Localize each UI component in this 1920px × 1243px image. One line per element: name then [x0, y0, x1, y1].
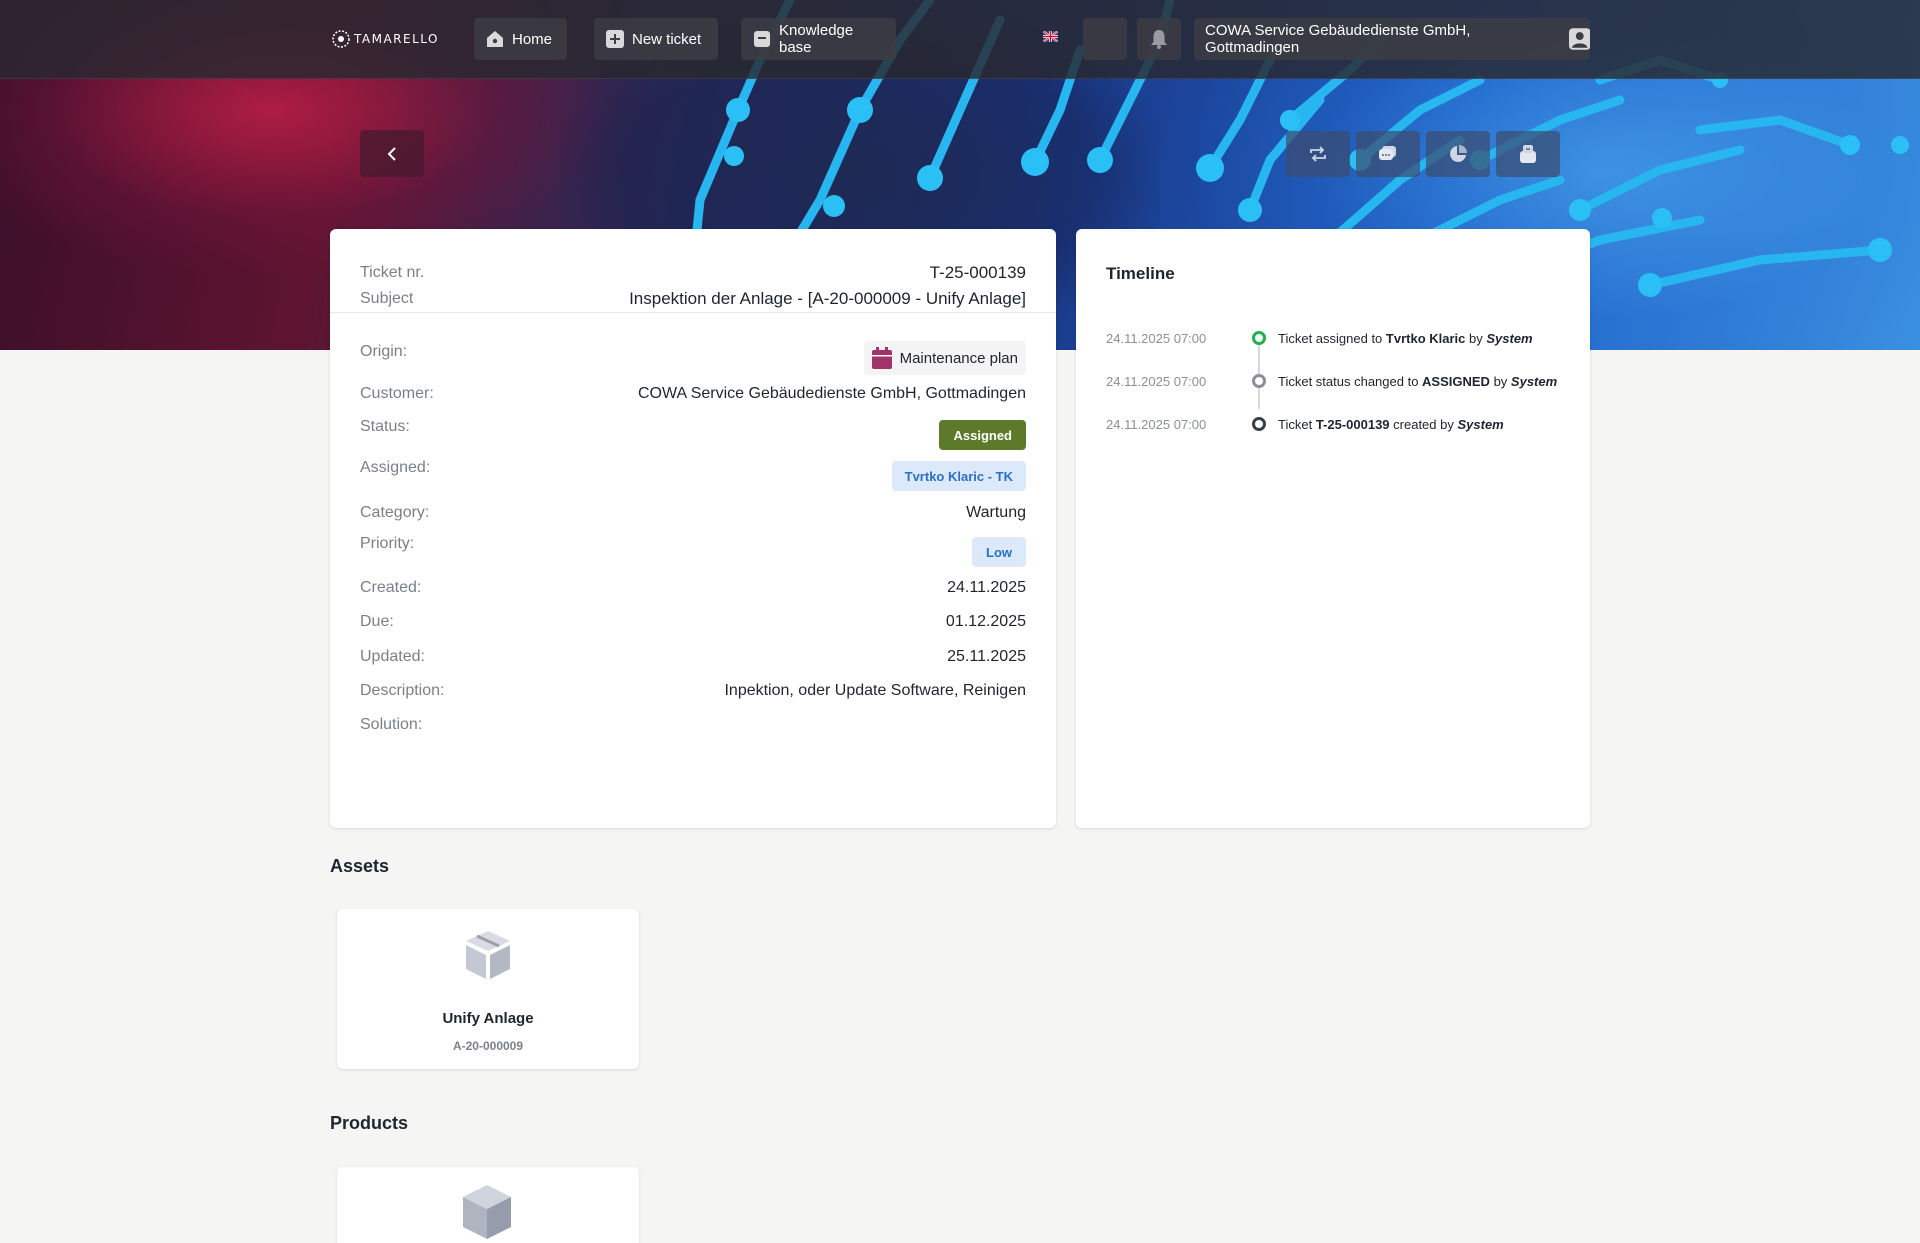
- company-account-button[interactable]: COWA Service Gebäudedienste GmbH, Gottma…: [1194, 18, 1590, 60]
- origin-label: Origin:: [360, 343, 408, 360]
- ticket-nr-value: T-25-000139: [929, 263, 1026, 282]
- archive-button[interactable]: [1496, 131, 1560, 177]
- bell-icon: [1151, 30, 1167, 49]
- customer-value[interactable]: COWA Service Gebäudedienste GmbH, Gottma…: [638, 385, 1026, 403]
- created-label: Created:: [360, 579, 422, 596]
- company-name: COWA Service Gebäudedienste GmbH, Gottma…: [1205, 22, 1471, 56]
- timeline-card: Timeline 24.11.2025 07:00 Ticket assigne…: [1076, 229, 1590, 828]
- timeline-time: 24.11.2025 07:00: [1106, 330, 1207, 346]
- timeline-text: Ticket status changed to ASSIGNED by Sys…: [1278, 373, 1558, 389]
- comment-icon: [1379, 146, 1396, 160]
- assets-section-title: Assets: [330, 856, 390, 876]
- ticket-details-card: Ticket nr. T-25-000139 Subject Inspektio…: [330, 229, 1056, 828]
- asset-tile[interactable]: Unify Anlage A-20-000009: [337, 909, 639, 1069]
- home-icon: [486, 30, 504, 48]
- assigned-label: Assigned:: [360, 459, 431, 476]
- updated-value: 25.11.2025: [947, 648, 1026, 665]
- nav-new-ticket-button[interactable]: New ticket: [594, 18, 718, 60]
- reassign-button[interactable]: [1286, 131, 1350, 177]
- timeline-item: 24.11.2025 07:00 Ticket assigned to Tvrt…: [1106, 328, 1576, 348]
- plus-icon: [606, 30, 624, 48]
- customer-label: Customer:: [360, 385, 434, 402]
- chart-icon: [1450, 145, 1467, 162]
- top-navigation-bar: TAMARELLO Home New ticket Knowledge base: [0, 0, 1920, 79]
- updated-label: Updated:: [360, 648, 425, 665]
- back-button[interactable]: [360, 130, 424, 177]
- repeat-icon: [1310, 146, 1326, 162]
- due-value: 01.12.2025: [945, 613, 1026, 630]
- timeline-text: Ticket T-25-000139 created by System: [1278, 416, 1504, 432]
- category-label: Category:: [360, 504, 430, 521]
- theme-toggle-button[interactable]: [1083, 18, 1127, 60]
- category-value: Wartung: [966, 504, 1026, 521]
- book-icon: [753, 30, 771, 48]
- status-label: Status:: [360, 418, 410, 435]
- timeline-title: Timeline: [1106, 264, 1175, 283]
- subject-label: Subject: [360, 290, 414, 307]
- timeline-dot: [1252, 417, 1266, 431]
- user-icon: [1568, 28, 1590, 50]
- timeline-item: 24.11.2025 07:00 Ticket T-25-000139 crea…: [1106, 414, 1576, 434]
- timeline-text: Ticket assigned to Tvrtko Klaric by Syst…: [1278, 330, 1533, 346]
- origin-chip: Maintenance plan: [863, 341, 1026, 375]
- report-button[interactable]: [1426, 131, 1490, 177]
- created-value: 24.11.2025: [947, 579, 1026, 596]
- logo-mark-icon: [332, 30, 350, 48]
- asset-name: Unify Anlage: [442, 1010, 534, 1027]
- timeline-dot: [1252, 331, 1266, 345]
- timeline-time: 24.11.2025 07:00: [1106, 373, 1207, 389]
- nav-home-label: Home: [512, 30, 553, 48]
- timeline-time: 24.11.2025 07:00: [1106, 416, 1207, 432]
- priority-label: Priority:: [360, 535, 415, 552]
- product-tile[interactable]: [337, 1167, 639, 1243]
- nav-home-button[interactable]: Home: [474, 18, 567, 60]
- products-section-title: Products: [330, 1113, 409, 1133]
- nav-knowledge-base-button[interactable]: Knowledge base: [741, 18, 896, 60]
- priority-badge: Low: [972, 537, 1026, 567]
- ticket-nr-label: Ticket nr.: [360, 264, 425, 281]
- uk-flag-icon[interactable]: [1043, 31, 1058, 42]
- notifications-button[interactable]: [1137, 18, 1181, 60]
- calendar-icon: [871, 347, 892, 369]
- assigned-badge[interactable]: Tvrtko Klaric - TK: [891, 461, 1026, 491]
- solution-label: Solution:: [360, 716, 423, 733]
- status-badge: Assigned: [939, 420, 1026, 450]
- chevron-left-icon: [387, 146, 396, 161]
- comment-button[interactable]: [1356, 131, 1420, 177]
- cube-icon: [463, 1185, 511, 1239]
- asset-code: A-20-000009: [452, 1039, 524, 1053]
- nav-new-ticket-label: New ticket: [632, 30, 702, 48]
- moon-icon: [1100, 31, 1108, 47]
- description-value: Inpektion, oder Update Software, Reinige…: [724, 682, 1026, 699]
- timeline-dot: [1252, 374, 1266, 388]
- tamarello-logo[interactable]: TAMARELLO: [330, 26, 439, 52]
- box-icon: [466, 931, 510, 979]
- description-label: Description:: [360, 682, 445, 699]
- timeline-item: 24.11.2025 07:00 Ticket status changed t…: [1106, 371, 1576, 391]
- origin-value: Maintenance plan: [899, 349, 1018, 367]
- logo-text: TAMARELLO: [354, 32, 439, 46]
- due-label: Due:: [360, 613, 394, 630]
- nav-knowledge-base-label: Knowledge base: [779, 22, 854, 56]
- subject-value: Inspektion der Anlage - [A-20-000009 - U…: [629, 289, 1026, 308]
- ticket-header: Ticket nr. T-25-000139 Subject Inspektio…: [330, 229, 1056, 313]
- archive-icon: [1520, 145, 1536, 163]
